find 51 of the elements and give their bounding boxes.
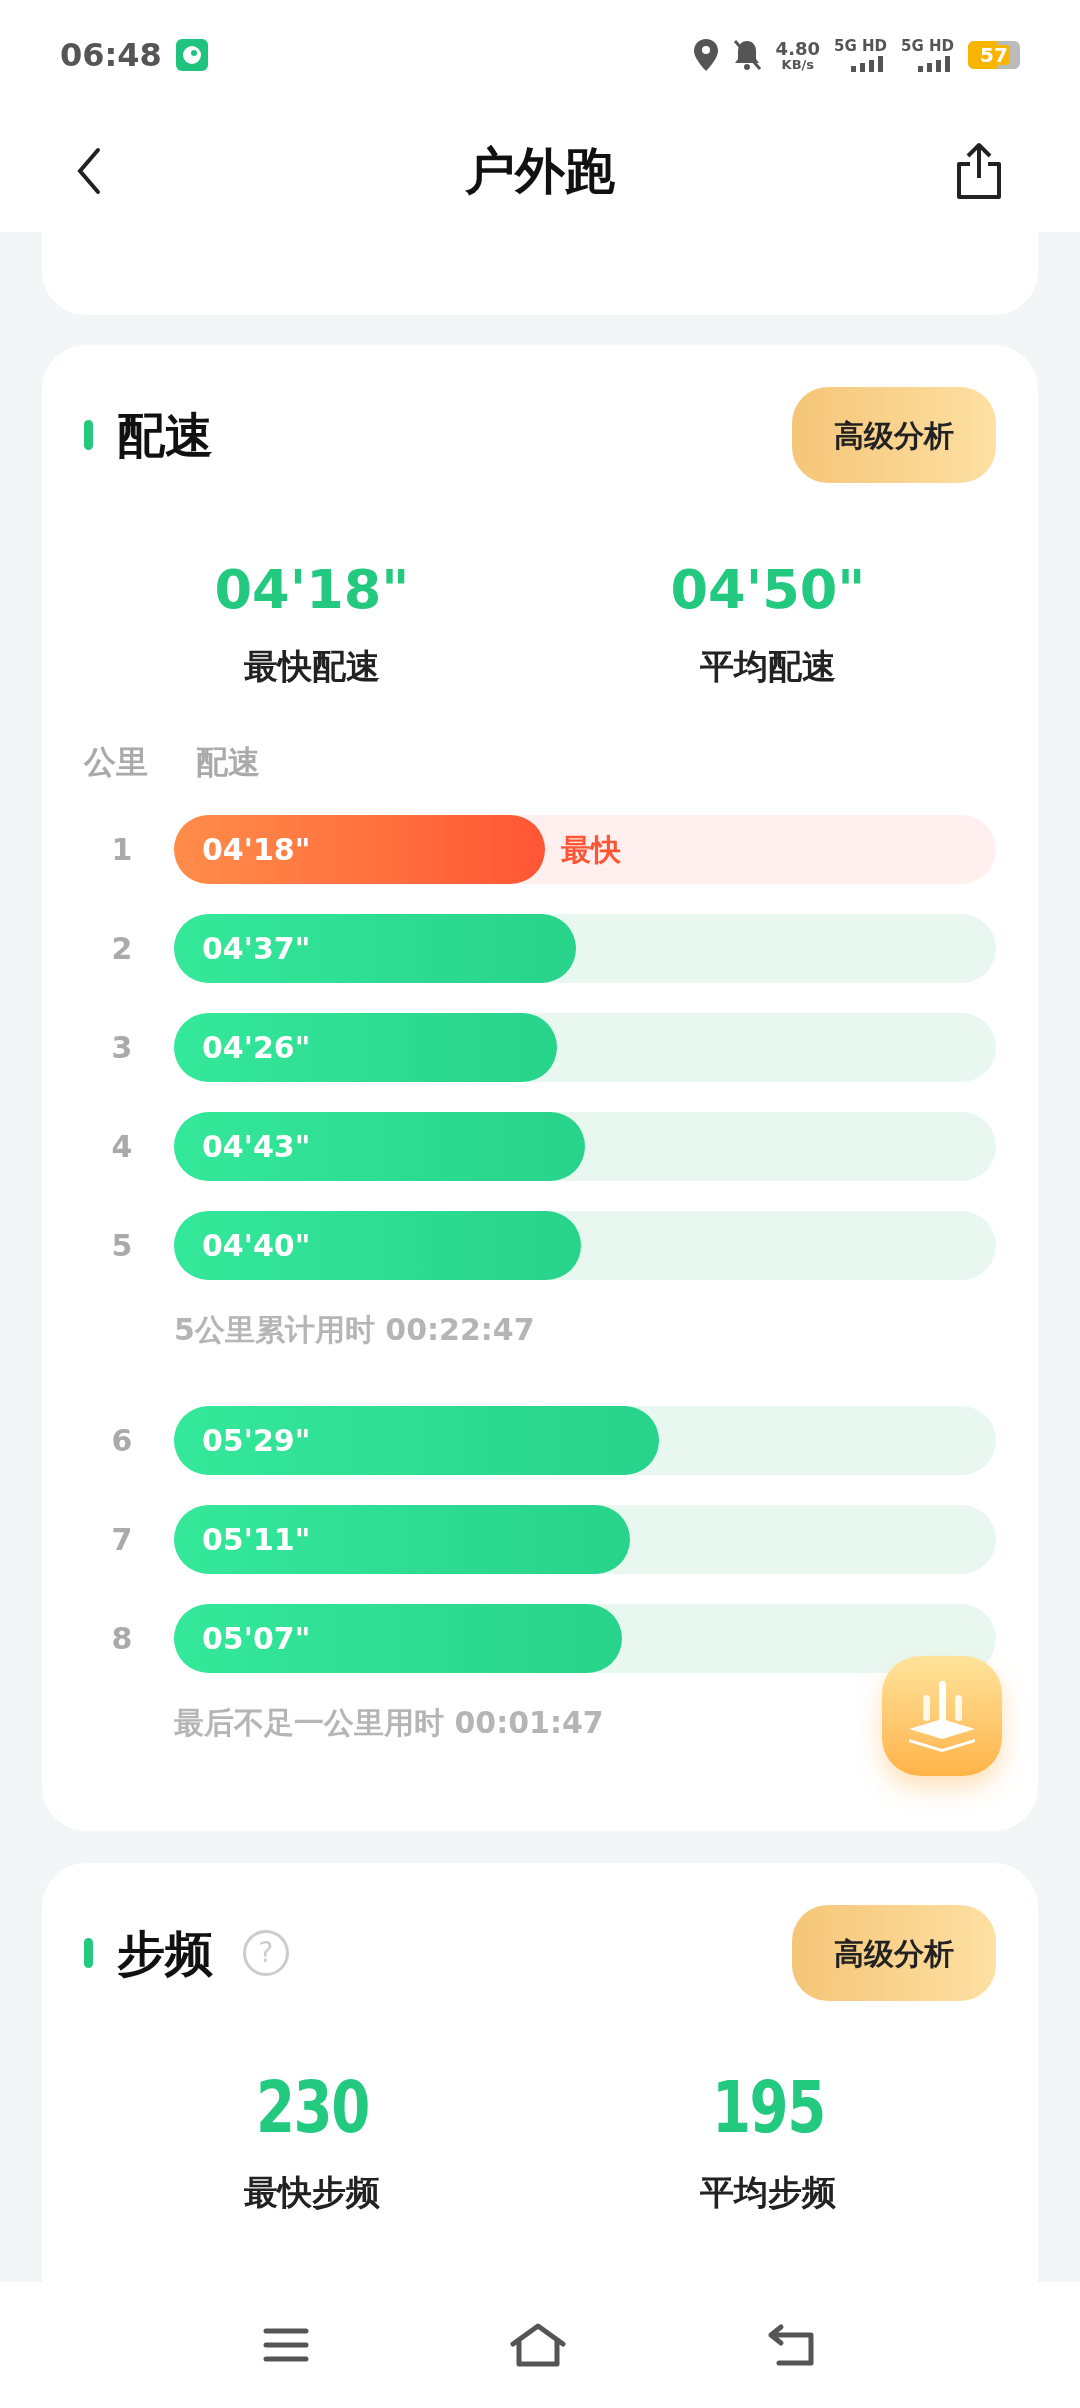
- network-label: 5G HD: [834, 38, 887, 54]
- home-icon[interactable]: [509, 2322, 567, 2368]
- section-title: 步频: [117, 1924, 213, 1983]
- advanced-analysis-button[interactable]: 高级分析: [792, 387, 996, 483]
- split-note: 最后不足一公里用时 00:01:47: [174, 1705, 604, 1740]
- back-nav-icon[interactable]: [767, 2323, 817, 2367]
- pace-bar-fill: 05'11": [174, 1505, 631, 1574]
- app-icon: [175, 39, 208, 71]
- km-number: 3: [111, 1029, 133, 1067]
- km-number: 1: [111, 831, 133, 869]
- chart-icon: [907, 1679, 977, 1753]
- stat-value: 04'18": [214, 563, 410, 617]
- stat-label: 最快配速: [244, 645, 380, 688]
- km-number: 8: [111, 1620, 133, 1658]
- network-speed: 4.80: [775, 39, 821, 58]
- muted-bell-icon: [731, 39, 762, 71]
- fastest-tag: 最快: [560, 827, 621, 872]
- advanced-analysis-button[interactable]: 高级分析: [792, 1905, 996, 2001]
- km-number: 6: [111, 1422, 133, 1460]
- status-time: 06:48: [60, 35, 162, 76]
- km-number: 2: [111, 930, 133, 968]
- section-marker: [84, 420, 93, 450]
- column-header: 配速: [196, 742, 260, 783]
- km-number: 7: [111, 1521, 133, 1559]
- stat-label: 平均配速: [700, 645, 836, 688]
- page-title: 户外跑: [465, 140, 615, 202]
- stat-label: 最快步频: [244, 2171, 380, 2214]
- km-number: 4: [111, 1128, 133, 1166]
- stat-label: 平均步频: [700, 2171, 836, 2214]
- pace-bar-fill: 04'18": [174, 815, 545, 884]
- location-icon: [693, 39, 718, 71]
- stat-value: 230: [255, 2071, 369, 2143]
- network-label: 5G HD: [901, 38, 954, 54]
- section-title: 配速: [117, 406, 213, 465]
- back-icon[interactable]: [76, 147, 102, 195]
- stat-value: 195: [711, 2071, 825, 2143]
- share-icon[interactable]: [954, 142, 1004, 200]
- pace-bar-fill: 05'29": [174, 1406, 659, 1475]
- battery-icon: 57: [968, 41, 1020, 69]
- menu-icon[interactable]: [263, 2327, 309, 2363]
- stat-value: 04'50": [670, 563, 866, 617]
- split-note: 5公里累计用时 00:22:47: [174, 1312, 535, 1347]
- column-header: 公里: [84, 742, 148, 783]
- pace-bar-fill: 04'26": [174, 1013, 558, 1082]
- km-number: 5: [111, 1227, 133, 1265]
- section-marker: [84, 1938, 93, 1968]
- pace-bar-fill: 04'43": [174, 1112, 585, 1181]
- pace-bar-fill: 04'40": [174, 1211, 581, 1280]
- pace-bar-fill: 05'07": [174, 1604, 622, 1673]
- speed-unit: KB/s: [781, 57, 815, 71]
- pace-bar-fill: 04'37": [174, 914, 576, 983]
